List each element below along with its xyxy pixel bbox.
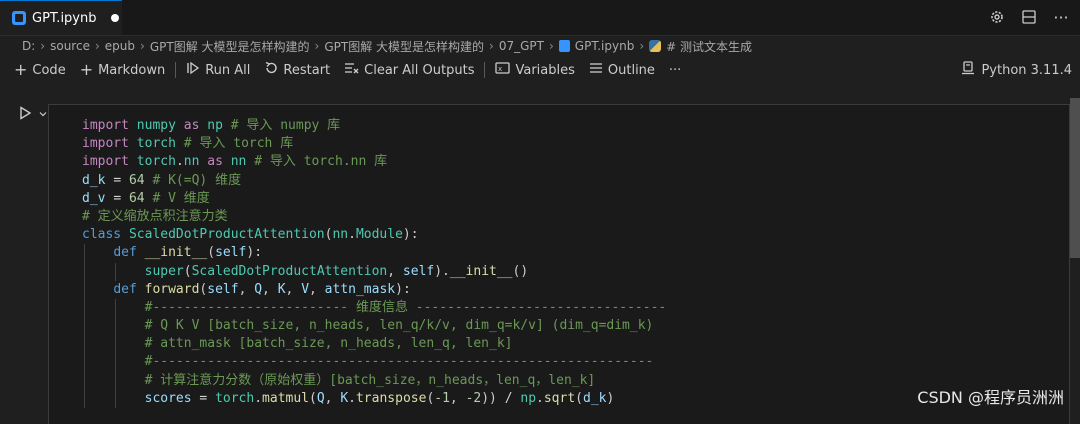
cell-run-controls (18, 106, 48, 124)
unsaved-dot-icon[interactable] (110, 14, 119, 22)
vertical-scrollbar[interactable] (1070, 98, 1080, 258)
more-icon: ··· (668, 62, 682, 78)
breadcrumb-item[interactable]: # 测试文本生成 (666, 38, 752, 55)
breadcrumb-item[interactable]: GPT.ipynb (575, 39, 635, 53)
notebook-file-icon (558, 40, 570, 52)
add-code-cell-button[interactable]: + Code (14, 62, 66, 78)
restart-icon (264, 61, 278, 79)
python-icon (649, 40, 662, 52)
chevron-right-icon: › (639, 39, 645, 53)
chevron-right-icon: › (314, 39, 320, 53)
more-actions-icon[interactable]: ··· (1052, 8, 1070, 27)
code-cell[interactable]: import numpy as np # 导入 numpy 库 import to… (48, 104, 1070, 424)
add-markdown-label: Markdown (98, 62, 166, 78)
run-all-label: Run All (205, 62, 251, 78)
outline-label: Outline (607, 62, 655, 78)
run-cell-icon[interactable] (18, 106, 32, 124)
kernel-label: Python 3.11.4 (981, 62, 1072, 78)
chevron-down-icon[interactable] (38, 108, 48, 123)
notebook-toolbar: + Code + Markdown Run All Restart Clear … (0, 57, 1080, 83)
variables-button[interactable]: x Variables (495, 61, 575, 79)
run-all-button[interactable]: Run All (186, 61, 250, 79)
breadcrumb-item[interactable]: GPT图解 大模型是怎样构建的 (150, 38, 310, 55)
restart-button[interactable]: Restart (264, 61, 330, 79)
toolbar-divider (484, 62, 486, 78)
chevron-right-icon: › (94, 39, 100, 53)
tab-title: GPT.ipynb (32, 10, 97, 26)
clear-outputs-label: Clear All Outputs (364, 62, 475, 78)
plus-icon: + (79, 60, 94, 79)
variables-label: Variables (515, 62, 575, 78)
toolbar-divider (175, 62, 177, 78)
chevron-right-icon: › (489, 39, 494, 53)
watermark: CSDN @程序员洲洲 (917, 388, 1064, 407)
breadcrumb: D: › source › epub › GPT图解 大模型是怎样构建的 › G… (0, 35, 1080, 57)
chevron-right-icon: › (548, 39, 554, 53)
split-editor-icon[interactable] (1020, 8, 1038, 26)
notebook-file-icon (12, 11, 26, 25)
kernel-icon (961, 61, 975, 79)
breadcrumb-item[interactable]: epub (105, 39, 135, 53)
breadcrumb-item[interactable]: source (50, 39, 90, 53)
chevron-right-icon: › (140, 39, 145, 53)
run-all-icon (186, 61, 200, 79)
restart-label: Restart (283, 62, 331, 78)
outline-button[interactable]: Outline (589, 61, 655, 79)
add-markdown-cell-button[interactable]: + Markdown (80, 62, 166, 78)
tab-actions: ··· (988, 8, 1070, 27)
toolbar-more-button[interactable]: ··· (669, 63, 681, 78)
breadcrumb-item[interactable]: D: (22, 39, 35, 53)
plus-icon: + (14, 60, 28, 79)
editor-tab[interactable]: GPT.ipynb (0, 0, 122, 35)
list-icon (589, 61, 603, 79)
code-editor[interactable]: import numpy as np # 导入 numpy 库 import to… (82, 117, 666, 408)
breadcrumb-item[interactable]: 07_GPT (499, 39, 544, 53)
svg-text:x: x (498, 65, 502, 73)
clear-all-outputs-button[interactable]: Clear All Outputs (344, 61, 474, 79)
breadcrumb-item[interactable]: GPT图解 大模型是怎样构建的 (324, 38, 484, 55)
add-code-label: Code (32, 62, 66, 78)
notebook-cell-list: import numpy as np # 导入 numpy 库 import to… (0, 96, 1080, 424)
chevron-right-icon: › (40, 39, 46, 53)
variables-icon: x (495, 61, 511, 79)
gear-icon[interactable] (988, 8, 1006, 26)
clear-outputs-icon (344, 61, 359, 79)
kernel-picker[interactable]: Python 3.11.4 (961, 57, 1072, 83)
tab-bar: GPT.ipynb ··· (0, 0, 1080, 36)
